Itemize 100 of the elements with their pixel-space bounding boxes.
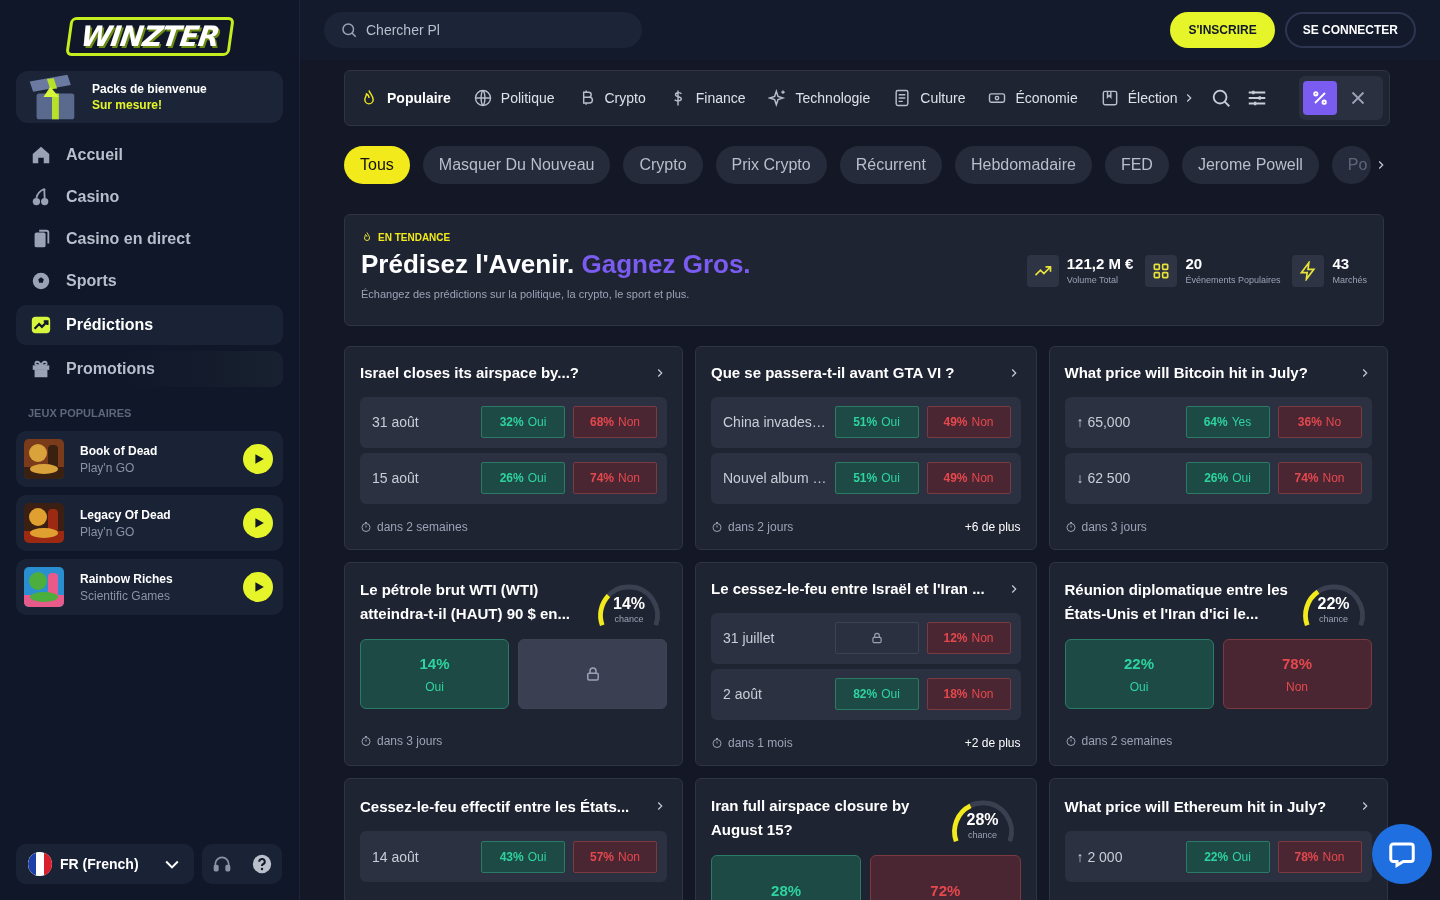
category-tab[interactable]: Élection [1099,88,1178,108]
search-icon [340,21,358,39]
market-card[interactable]: Cessez-le-feu effectif entre les États... 14 août 43% Oui 57% Non [344,778,683,900]
stat-label: Volume Total [1066,275,1120,285]
yes-button[interactable]: 22% Oui [1064,639,1214,709]
nav-item[interactable]: Accueil [16,137,283,173]
yes-button[interactable]: 26% Oui [481,462,565,495]
timer-icon [711,520,723,533]
nav-item[interactable]: Sports [16,263,283,299]
market-title: Iran full airspace closure by August 15? [711,796,911,840]
category-tab[interactable]: Technologie [767,88,871,108]
percent-toggle[interactable] [1303,81,1337,115]
filter-chip[interactable]: Crypto [623,146,703,184]
filter-chip[interactable]: Prix Crypto [715,146,827,184]
market-card[interactable]: Iran full airspace closure by August 15? 28% chance 28% 72% [695,778,1037,900]
stat-value: 20 [1185,255,1204,272]
play-icon [253,453,265,465]
filter-chip[interactable]: Masquer Du Nouveau [422,146,611,184]
chance-value: 28% [965,811,1000,829]
game-provider: Play'n GO [80,524,136,539]
yes-button[interactable]: 22% Oui [1185,840,1270,873]
market-title: Cessez-le-feu effectif entre les États... [360,797,630,815]
outcome-label: 31 août [372,414,420,431]
outcome-label: ↑ 2 000 [1076,848,1124,865]
nav-item[interactable]: Prédictions [16,305,283,345]
market-card[interactable]: Le cessez-le-feu entre Israël et l'Iran ... 31 juillet 12% Non 2 août 82% Oui 18% Non dans 1 mois +2 de plus [695,562,1037,766]
outcome-label: Nouvel album … [723,470,827,487]
more-link[interactable]: +2 de plus [964,735,1021,750]
logo[interactable]: WINZTER [64,16,235,56]
stat-label: Événements Populaires [1185,275,1281,285]
more-link[interactable]: +6 de plus [964,519,1021,534]
promo-subtitle: Sur mesure! [92,98,164,112]
time-remaining: dans 1 mois [728,735,793,750]
yes-button[interactable]: 28% [711,855,862,900]
signup-button[interactable]: S'INSCRIRE [1170,12,1275,48]
search-field[interactable]: Chercher Pl [324,12,642,48]
login-button[interactable]: SE CONNECTER [1284,12,1416,48]
game-card[interactable]: Book of Dead Play'n GO [16,431,283,487]
soccer-ball-icon [30,270,52,292]
promo-title: Packs de bienvenue [92,82,207,96]
home-icon [30,144,52,166]
category-tab[interactable]: Finance [667,88,746,108]
category-tab[interactable]: Politique [472,88,555,108]
outcome-label: 14 août [372,848,420,865]
market-title: What price will Bitcoin hit in July? [1064,364,1308,382]
category-tab[interactable]: Économie [987,88,1078,108]
yes-button[interactable]: 14% Oui [360,639,509,709]
outcome-label: China invades… [723,414,827,431]
outcome-label: ↑ 65,000 [1076,414,1132,431]
promo-banner[interactable]: Packs de bienvenue Sur mesure! [16,71,283,123]
game-card[interactable]: Rainbow Riches Scientific Games [16,559,283,615]
flag-icon [28,852,52,876]
language-selector[interactable]: FR (French) [16,844,194,884]
globe-icon [472,88,493,108]
timer-icon [360,735,372,747]
hero-subtitle: Échangez des prédictions sur la politique, la crypto, le sport et plus. [361,288,691,300]
market-title: Le cessez-le-feu entre Israël et l'Iran ... [711,580,985,598]
play-button[interactable] [243,572,273,602]
category-tab[interactable]: Populaire [359,88,451,108]
chance-label: chance [613,614,645,624]
category-tab[interactable]: Culture [892,88,966,108]
lightning-icon [1292,255,1325,287]
outcome-label: 2 août [723,686,763,703]
nav-item[interactable]: Casino [16,179,283,215]
game-title: Legacy Of Dead [80,507,172,522]
chat-button[interactable] [1372,824,1432,884]
market-card[interactable]: Israel closes its airspace by...? 31 août 32% Oui 68% Non 15 août 26% Oui 74% Non dans 2 semaines [344,346,683,550]
yes-button[interactable]: 26% Oui [1185,462,1270,495]
market-card[interactable]: Réunion diplomatique entre les États-Unis et l'Iran d'ici le... 22% chance 22% Oui 78% Non dans 2 semaines [1048,562,1388,766]
market-title: Que se passera-t-il avant GTA VI ? [711,364,955,382]
play-icon [253,517,265,529]
market-card[interactable]: Que se passera-t-il avant GTA VI ? China invades… 51% Oui 49% Non Nouvel album … 51% Oui 49% Non dans 2 jours +6 de plus [695,346,1037,550]
yes-button[interactable]: 82% Oui [834,678,919,711]
yes-button[interactable]: 51% Oui [834,462,919,495]
game-card[interactable]: Legacy Of Dead Play'n GO [16,495,283,551]
yes-button[interactable]: 64% Yes [1185,406,1270,439]
yes-button[interactable]: 51% Oui [834,406,919,439]
category-tab[interactable]: Crypto [576,88,646,108]
filter-chip[interactable]: Jerome Powell [1181,146,1319,184]
filter-chip[interactable]: Récurrent [839,146,942,184]
nav-item[interactable]: Casino en direct [16,221,283,257]
time-remaining: dans 3 jours [377,734,443,748]
filter-chip[interactable]: Hebdomadaire [954,146,1092,184]
filter-chip[interactable]: FED [1104,146,1169,184]
market-card[interactable]: Le pétrole brut WTI (WTI) atteindra-t-il (HAUT) 90 $ en... 14% chance 14% Oui dans 3 jours [344,562,683,766]
play-button[interactable] [243,444,273,474]
play-button[interactable] [243,508,273,538]
yes-button[interactable]: 43% Oui [481,840,565,873]
game-provider: Scientific Games [80,588,172,603]
filter-chip[interactable]: Tous [344,146,410,184]
time-remaining: dans 2 semaines [1081,734,1173,748]
market-card[interactable]: What price will Ethereum hit in July? ↑ 2 000 22% Oui 78% Non [1048,778,1388,900]
market-card[interactable]: What price will Bitcoin hit in July? ↑ 65,000 64% Yes 36% No ↓ 62 500 26% Oui 74% Non dans 3 jours [1048,346,1388,550]
game-provider: Play'n GO [80,460,136,475]
market-title: Le pétrole brut WTI (WTI) atteindra-t-il (HAUT) 90 $ en... [360,580,572,624]
stat-value: 43 [1332,255,1351,272]
yes-button[interactable]: 32% Oui [481,406,565,439]
gift-icon [30,358,52,380]
chance-value: 14% [612,595,646,613]
outcome-label: ↓ 62 500 [1076,470,1132,487]
